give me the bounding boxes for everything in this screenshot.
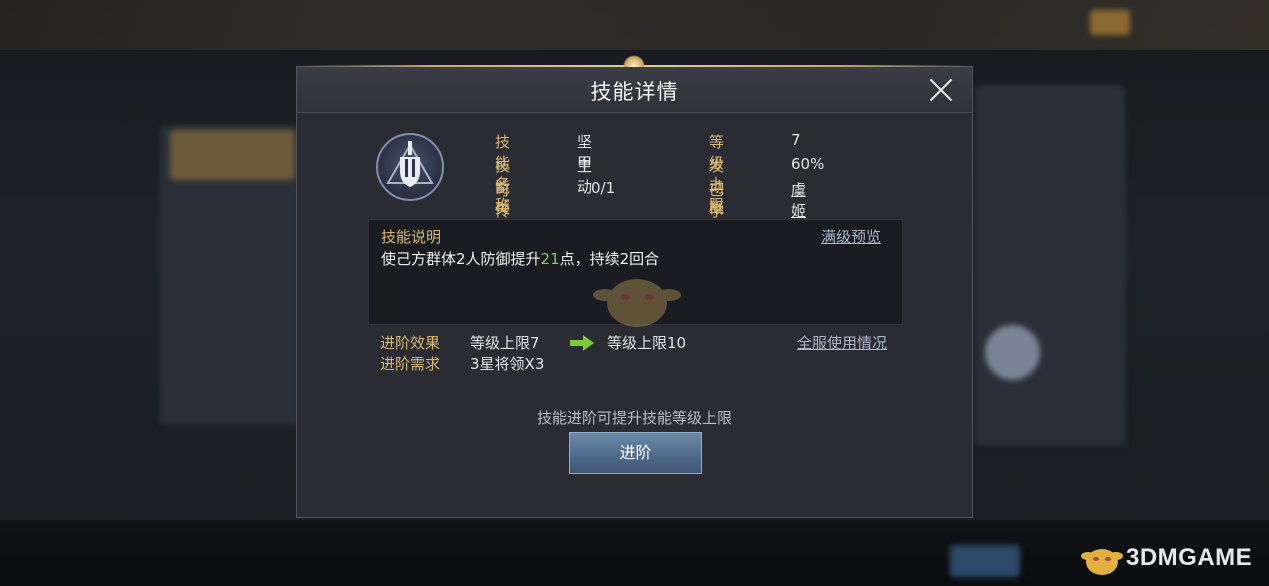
background-avatar xyxy=(985,325,1040,380)
mascot-logo-icon xyxy=(1081,549,1123,575)
advance-effect-from: 等级上限7 xyxy=(470,334,540,352)
max-level-value: 7 xyxy=(791,131,801,149)
advance-button[interactable]: 进阶 xyxy=(569,432,702,474)
inherit-count-value: 0/1 xyxy=(591,179,616,197)
description-text-part: 使己方群体2人防御提升 xyxy=(381,250,541,268)
dialog-header: 技能详情 xyxy=(297,67,972,113)
advance-hint-text: 技能进阶可提升技能等级上限 xyxy=(536,409,732,427)
watermark-text: 3DMGAME xyxy=(1126,544,1253,571)
mascot-watermark-icon xyxy=(593,279,681,327)
skill-type-value: 主动 xyxy=(577,157,593,196)
description-highlight-value: 21 xyxy=(540,250,560,268)
trigger-rate-value: 60% xyxy=(791,155,825,173)
skill-detail-dialog: 技能详情 技能名称 坚甲 技能类型 主动 可传承数量 0/1 等级上限 7 发动… xyxy=(296,50,973,518)
background-left-tab xyxy=(170,130,295,180)
background-top-bar xyxy=(0,0,1269,50)
description-text: 使己方群体2人防御提升21点，持续2回合 xyxy=(381,248,659,269)
background-resource-icon xyxy=(1090,10,1130,35)
advance-effect-label: 进阶效果 xyxy=(380,334,441,352)
background-bottom-bar xyxy=(0,520,1269,586)
site-watermark: 3DMGAME xyxy=(1080,538,1260,578)
description-title: 技能说明 xyxy=(381,228,442,246)
max-level-preview-link[interactable]: 满级预览 xyxy=(821,226,881,247)
dialog-title: 技能详情 xyxy=(590,80,679,104)
arrow-right-icon xyxy=(570,335,594,351)
learned-general-link[interactable]: 虞姬 xyxy=(791,179,806,221)
close-icon[interactable] xyxy=(928,77,954,103)
background-right-panel xyxy=(975,85,1125,445)
description-text-part: 点，持续2回合 xyxy=(559,250,660,268)
advance-requirement-value: 3星将领X3 xyxy=(470,355,545,373)
advance-effect-to: 等级上限10 xyxy=(607,334,687,352)
server-usage-link[interactable]: 全服使用情况 xyxy=(797,332,887,353)
background-bottom-button xyxy=(950,545,1020,577)
advance-requirement-label: 进阶需求 xyxy=(380,355,441,373)
skill-shield-icon xyxy=(376,133,444,201)
